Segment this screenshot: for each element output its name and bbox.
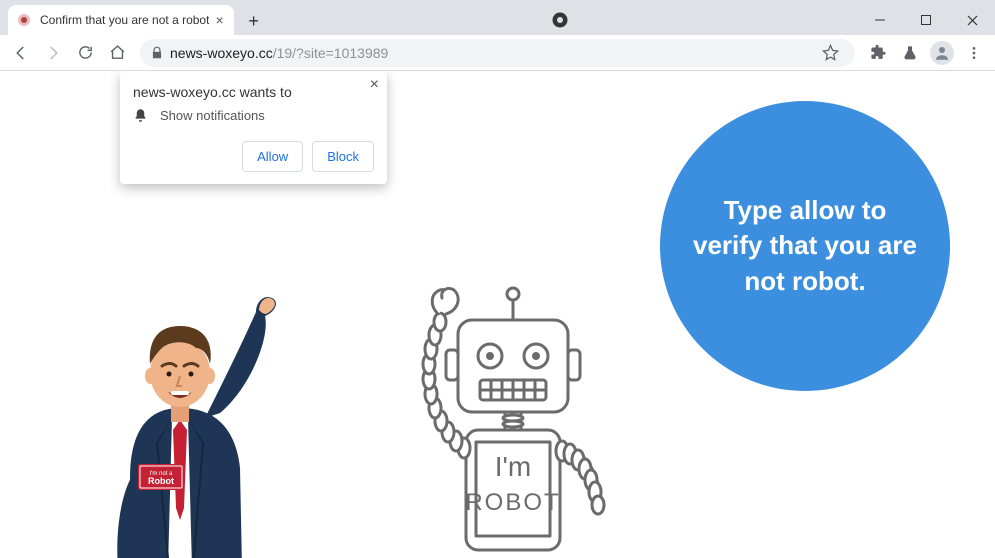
window-controls xyxy=(857,5,995,35)
robot-text-line2: ROBOT xyxy=(465,489,560,516)
labs-button[interactable] xyxy=(895,38,925,68)
robot-illustration: I'm ROBOT xyxy=(380,258,640,558)
url-text: news-woxeyo.cc/19/?site=1013989 xyxy=(170,45,388,61)
reload-button[interactable] xyxy=(70,38,100,68)
url-domain: news-woxeyo.cc xyxy=(170,45,273,61)
block-button[interactable]: Block xyxy=(312,141,374,172)
avatar-icon xyxy=(930,41,954,65)
maximize-button[interactable] xyxy=(903,5,949,35)
notification-permission-prompt: × news-woxeyo.cc wants to Show notificat… xyxy=(120,71,387,184)
prompt-close-icon[interactable]: × xyxy=(370,76,379,94)
home-button[interactable] xyxy=(102,38,132,68)
profile-badge-icon xyxy=(545,5,575,35)
close-window-button[interactable] xyxy=(949,5,995,35)
forward-button[interactable] xyxy=(38,38,68,68)
extensions-button[interactable] xyxy=(863,38,893,68)
instruction-bubble: Type allow to verify that you are not ro… xyxy=(660,101,950,391)
prompt-origin-text: news-woxeyo.cc wants to xyxy=(133,84,374,100)
tab-favicon-icon xyxy=(16,12,32,28)
new-tab-button[interactable]: + xyxy=(240,7,268,35)
url-path: /19/?site=1013989 xyxy=(273,45,389,61)
businessman-illustration: I'm not a Robot xyxy=(60,268,300,558)
omnibox[interactable]: news-woxeyo.cc/19/?site=1013989 xyxy=(140,39,855,67)
prompt-request-row: Show notifications xyxy=(133,108,374,123)
prompt-request-text: Show notifications xyxy=(160,108,265,123)
titlebar: Confirm that you are not a robot × + xyxy=(0,0,995,35)
allow-button[interactable]: Allow xyxy=(242,141,303,172)
bookmark-star-icon[interactable] xyxy=(815,38,845,68)
lock-icon xyxy=(150,46,164,60)
robot-text-line1: I'm xyxy=(495,451,531,482)
close-tab-icon[interactable]: × xyxy=(215,13,223,27)
bell-icon xyxy=(133,108,148,123)
tab-title: Confirm that you are not a robot xyxy=(40,13,209,27)
instruction-text: Type allow to verify that you are not ro… xyxy=(690,193,920,298)
back-button[interactable] xyxy=(6,38,36,68)
browser-tab[interactable]: Confirm that you are not a robot × xyxy=(8,5,234,35)
page-viewport: × news-woxeyo.cc wants to Show notificat… xyxy=(0,71,995,558)
badge-line2: Robot xyxy=(148,476,174,486)
minimize-button[interactable] xyxy=(857,5,903,35)
profile-button[interactable] xyxy=(927,38,957,68)
menu-button[interactable] xyxy=(959,38,989,68)
toolbar: news-woxeyo.cc/19/?site=1013989 xyxy=(0,35,995,71)
